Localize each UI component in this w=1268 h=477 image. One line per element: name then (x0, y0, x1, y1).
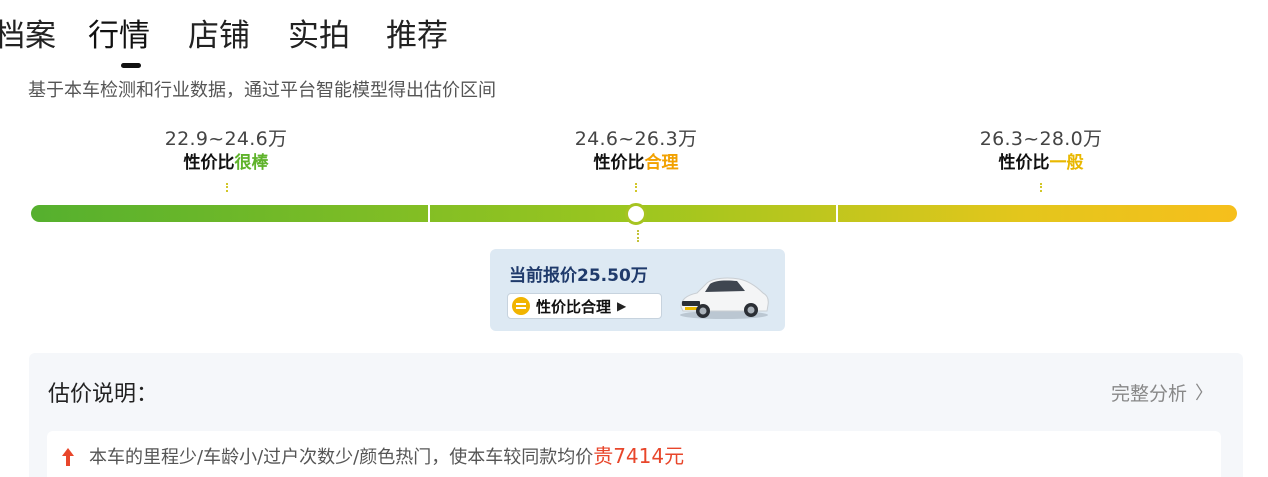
bar-separator (428, 205, 430, 222)
full-analysis-label: 完整分析 (1110, 383, 1187, 405)
range-value: 24.6~26.3万 (574, 128, 698, 150)
range-label: 性价比合理 (593, 153, 679, 173)
car-image (680, 277, 769, 319)
tab-market[interactable]: 行情 (88, 14, 150, 58)
range-connector (635, 183, 637, 192)
range-value: 22.9~24.6万 (164, 128, 288, 150)
explanation-item: 本车的里程少/车龄小/过户次数少/颜色热门，使本车较同款均价贵7414元 (47, 431, 1221, 477)
price-range-fair: 24.6~26.3万 性价比合理 (516, 128, 756, 174)
equal-icon (512, 297, 530, 315)
explanation-title: 估价说明： (48, 382, 159, 407)
valuation-explanation: 估价说明： 完整分析 〉 本车的里程少/车龄小/过户次数少/颜色热门，使本车较同… (29, 353, 1243, 477)
valuation-description: 基于本车检测和行业数据，通过平台智能模型得出估价区间 (28, 80, 496, 101)
price-difference: 贵7414元 (593, 444, 685, 468)
tab-recommend[interactable]: 推荐 (386, 14, 448, 58)
tab-archive[interactable]: 档案 (0, 14, 56, 58)
tab-store[interactable]: 店铺 (188, 14, 250, 58)
chevron-right-icon: 〉 (1195, 383, 1213, 404)
range-connector (226, 183, 228, 192)
bar-separator (836, 205, 838, 222)
range-value: 26.3~28.0万 (979, 128, 1103, 150)
current-price-card: 当前报价25.50万 性价比合理 ▶ (490, 249, 785, 331)
explanation-text: 本车的里程少/车龄小/过户次数少/颜色热门，使本车较同款均价贵7414元 (89, 444, 685, 468)
current-price-text: 当前报价25.50万 (509, 266, 648, 286)
badge-label: 性价比合理 (536, 297, 612, 316)
tab-bar: 档案 行情 店铺 实拍 推荐 (0, 14, 600, 68)
active-tab-indicator (121, 63, 141, 68)
price-range-average: 26.3~28.0万 性价比一般 (921, 128, 1161, 174)
range-label: 性价比很棒 (183, 153, 269, 173)
play-arrow-icon: ▶ (617, 299, 627, 313)
range-label: 性价比一般 (998, 153, 1084, 173)
marker-connector (637, 230, 639, 242)
up-arrow-icon (62, 448, 74, 466)
price-range-good: 22.9~24.6万 性价比很棒 (106, 128, 346, 174)
range-connector (1040, 183, 1042, 192)
full-analysis-link[interactable]: 完整分析 〉 (1111, 381, 1213, 407)
current-price-marker (625, 203, 647, 225)
tab-photos[interactable]: 实拍 (288, 14, 350, 58)
value-rating-badge[interactable]: 性价比合理 ▶ (507, 293, 662, 319)
